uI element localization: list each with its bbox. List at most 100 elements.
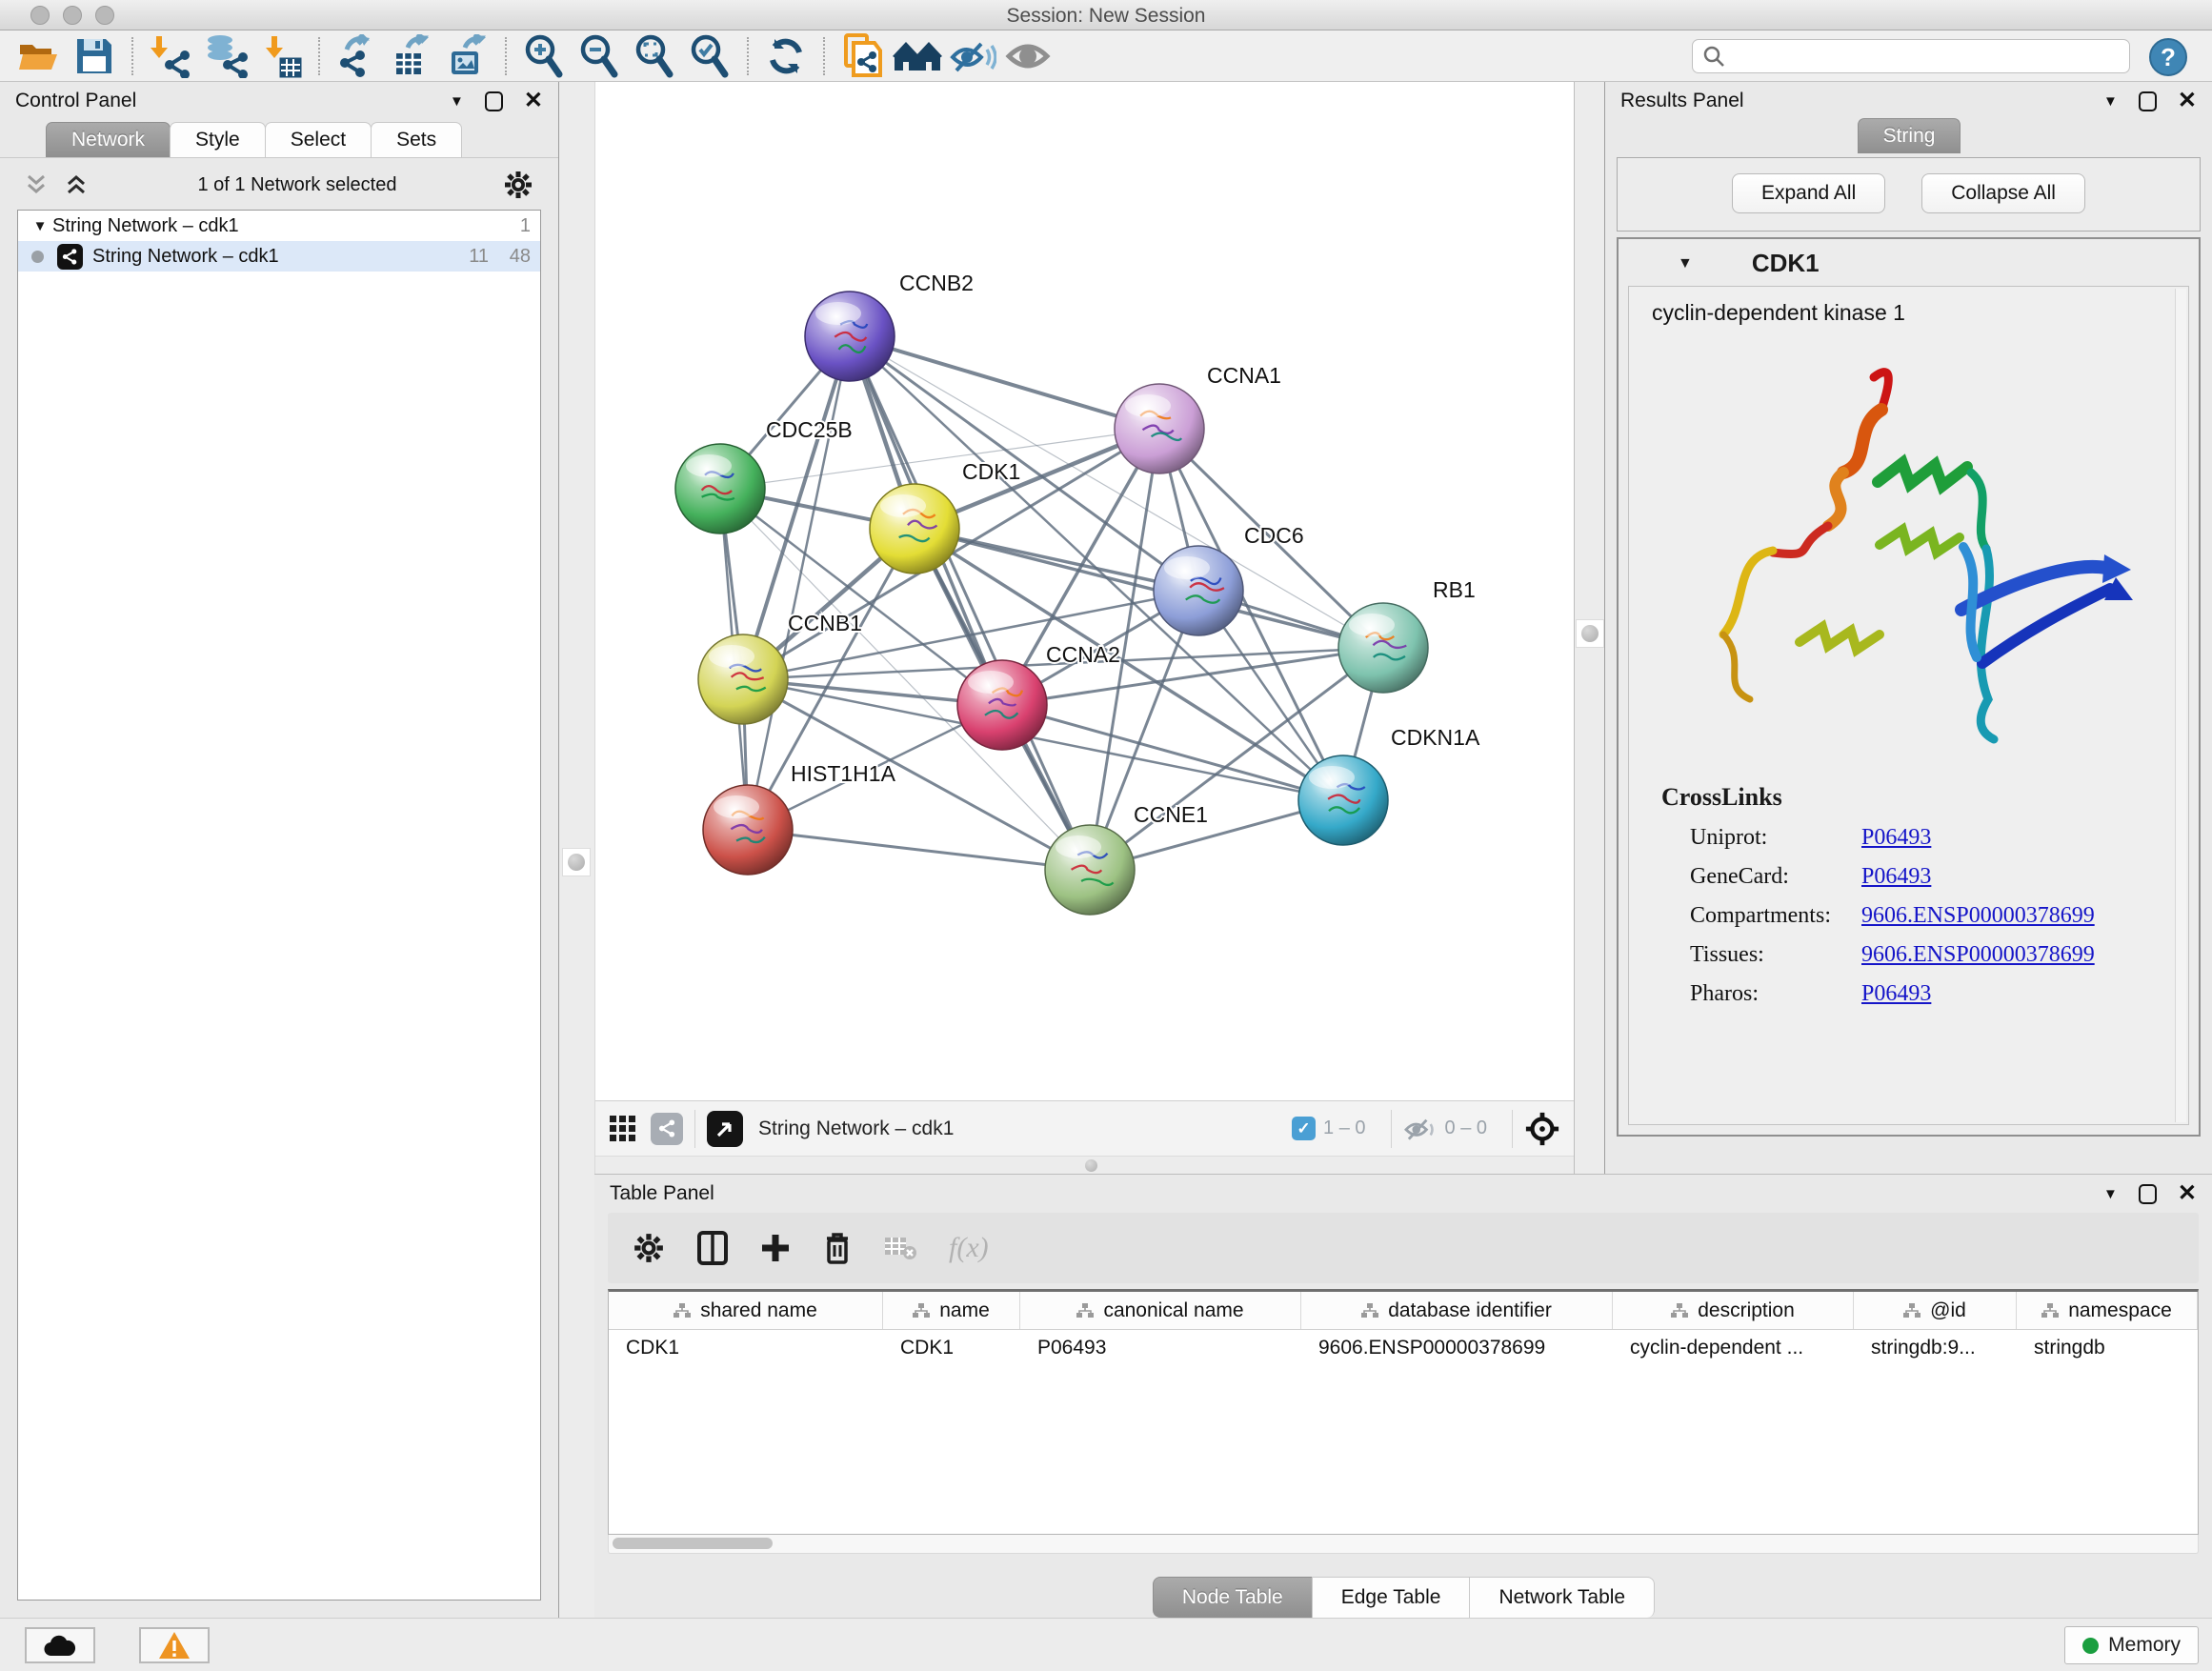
tab-style[interactable]: Style xyxy=(170,122,266,157)
column-header-name[interactable]: name xyxy=(883,1292,1020,1329)
show-all-button[interactable] xyxy=(1000,33,1056,79)
hide-selected-button[interactable] xyxy=(945,33,1000,79)
collapse-all-button[interactable]: Collapse All xyxy=(1921,173,2085,213)
column-header--id[interactable]: @id xyxy=(1854,1292,2017,1329)
network-row[interactable]: String Network – cdk1 11 48 xyxy=(18,241,540,272)
crosslink-link[interactable]: 9606.ENSP00000378699 xyxy=(1861,942,2095,968)
node-table[interactable]: shared namenamecanonical namedatabase id… xyxy=(608,1289,2199,1535)
network-node-cdc25b[interactable]: CDC25B xyxy=(675,417,853,534)
crosslink-link[interactable]: P06493 xyxy=(1861,825,1931,851)
network-edge[interactable] xyxy=(915,529,1383,648)
gear-icon[interactable] xyxy=(633,1232,665,1264)
table-cell[interactable]: CDK1 xyxy=(883,1337,1020,1359)
float-panel-icon[interactable] xyxy=(2139,1184,2157,1204)
save-session-button[interactable] xyxy=(67,33,122,79)
delete-column-icon[interactable] xyxy=(823,1231,852,1265)
panel-menu-icon[interactable]: ▼ xyxy=(450,93,464,110)
add-column-icon[interactable] xyxy=(760,1233,791,1263)
collapse-all-icon[interactable] xyxy=(25,172,51,197)
column-header-shared-name[interactable]: shared name xyxy=(609,1292,883,1329)
show-columns-icon[interactable] xyxy=(697,1231,728,1265)
panel-menu-icon[interactable]: ▼ xyxy=(2103,93,2118,110)
expand-all-button[interactable]: Expand All xyxy=(1732,173,1885,213)
zoom-out-button[interactable] xyxy=(572,33,627,79)
table-row[interactable]: CDK1CDK1P064939606.ENSP00000378699cyclin… xyxy=(609,1330,2198,1366)
network-node-hist1h1a[interactable]: HIST1H1A xyxy=(703,761,896,875)
import-table-file-button[interactable] xyxy=(253,33,309,79)
apply-layout-button[interactable] xyxy=(758,33,814,79)
gear-icon[interactable] xyxy=(503,170,533,200)
birdseye-view-icon[interactable] xyxy=(707,1111,743,1147)
tab-node-table[interactable]: Node Table xyxy=(1153,1577,1313,1618)
zoom-selected-button[interactable] xyxy=(682,33,737,79)
selected-checkbox-icon[interactable]: ✓ xyxy=(1292,1117,1316,1140)
column-header-namespace[interactable]: namespace xyxy=(2017,1292,2198,1329)
network-node-cdkn1a[interactable]: CDKN1A xyxy=(1298,725,1480,845)
tab-network[interactable]: Network xyxy=(46,122,171,157)
tab-sets[interactable]: Sets xyxy=(371,122,462,157)
close-panel-icon[interactable]: ✕ xyxy=(2178,1184,2197,1203)
network-node-ccna1[interactable]: CCNA1 xyxy=(1115,363,1281,473)
table-cell[interactable]: 9606.ENSP00000378699 xyxy=(1301,1337,1613,1359)
expand-all-icon[interactable] xyxy=(65,172,91,197)
crosslink-link[interactable]: P06493 xyxy=(1861,864,1931,890)
close-panel-icon[interactable]: ✕ xyxy=(2178,91,2197,111)
tab-edge-table[interactable]: Edge Table xyxy=(1312,1577,1471,1618)
tree-expand-caret-icon[interactable]: ▼ xyxy=(28,218,52,234)
network-edge[interactable] xyxy=(850,336,1159,429)
import-network-file-button[interactable] xyxy=(143,33,198,79)
help-button[interactable]: ? xyxy=(2149,38,2187,76)
left-splitter[interactable] xyxy=(559,82,594,1618)
network-edge[interactable] xyxy=(748,830,1090,870)
right-splitter[interactable] xyxy=(1574,82,1604,1174)
table-cell[interactable]: stringdb:9... xyxy=(1854,1337,2017,1359)
memory-button[interactable]: Memory xyxy=(2064,1626,2199,1664)
import-network-database-button[interactable] xyxy=(198,33,253,79)
table-cell[interactable]: stringdb xyxy=(2017,1337,2198,1359)
crosslink-link[interactable]: 9606.ENSP00000378699 xyxy=(1861,903,2095,929)
network-share-view-icon[interactable] xyxy=(651,1113,683,1145)
network-collection-row[interactable]: ▼ String Network – cdk1 1 xyxy=(18,211,540,241)
column-header-description[interactable]: description xyxy=(1613,1292,1854,1329)
column-header-canonical-name[interactable]: canonical name xyxy=(1020,1292,1301,1329)
network-node-rb1[interactable]: RB1 xyxy=(1338,577,1476,693)
export-image-button[interactable] xyxy=(440,33,495,79)
network-node-cdk1[interactable]: CDK1 xyxy=(870,459,1020,574)
network-node-ccne1[interactable]: CCNE1 xyxy=(1045,802,1208,915)
first-neighbors-button[interactable] xyxy=(890,33,945,79)
grid-view-icon[interactable] xyxy=(609,1115,637,1143)
splitter-handle[interactable] xyxy=(1576,619,1604,648)
splitter-handle[interactable] xyxy=(562,848,591,876)
collapse-protein-caret-icon[interactable]: ▼ xyxy=(1678,255,1693,272)
panel-menu-icon[interactable]: ▼ xyxy=(2103,1186,2118,1202)
tab-select[interactable]: Select xyxy=(265,122,372,157)
close-panel-icon[interactable]: ✕ xyxy=(524,91,543,111)
open-session-button[interactable] xyxy=(11,33,67,79)
crosslink-link[interactable]: P06493 xyxy=(1861,981,1931,1007)
table-cell[interactable]: CDK1 xyxy=(609,1337,883,1359)
network-edge[interactable] xyxy=(748,336,850,830)
scrollbar-thumb[interactable] xyxy=(613,1538,773,1549)
tab-string[interactable]: String xyxy=(1858,118,1961,153)
table-cell[interactable]: P06493 xyxy=(1020,1337,1301,1359)
cloud-status-button[interactable] xyxy=(25,1627,95,1663)
column-header-database-identifier[interactable]: database identifier xyxy=(1301,1292,1613,1329)
network-node-cdc6[interactable]: CDC6 xyxy=(1154,523,1304,635)
warning-status-button[interactable] xyxy=(139,1627,210,1663)
results-scrollbar[interactable] xyxy=(2175,289,2186,1122)
table-horizontal-scrollbar[interactable] xyxy=(608,1535,2199,1554)
splitter-handle[interactable] xyxy=(1085,1159,1097,1172)
table-cell[interactable]: cyclin-dependent ... xyxy=(1613,1337,1854,1359)
toolbar-search[interactable] xyxy=(1692,39,2130,73)
tab-network-table[interactable]: Network Table xyxy=(1469,1577,1655,1618)
zoom-in-button[interactable] xyxy=(516,33,572,79)
network-edge[interactable] xyxy=(850,336,1090,870)
export-table-button[interactable] xyxy=(385,33,440,79)
search-input[interactable] xyxy=(1733,46,2120,67)
export-network-button[interactable] xyxy=(330,33,385,79)
horizontal-splitter[interactable] xyxy=(595,1156,1574,1174)
float-panel-icon[interactable] xyxy=(2139,91,2157,111)
new-network-from-selection-button[interactable] xyxy=(835,33,890,79)
network-canvas[interactable]: CCNB2CCNA1CDC25BCDK1CDC6RB1CCNB1CCNA2CDK… xyxy=(595,82,1575,1100)
crosshair-icon[interactable] xyxy=(1524,1111,1560,1147)
